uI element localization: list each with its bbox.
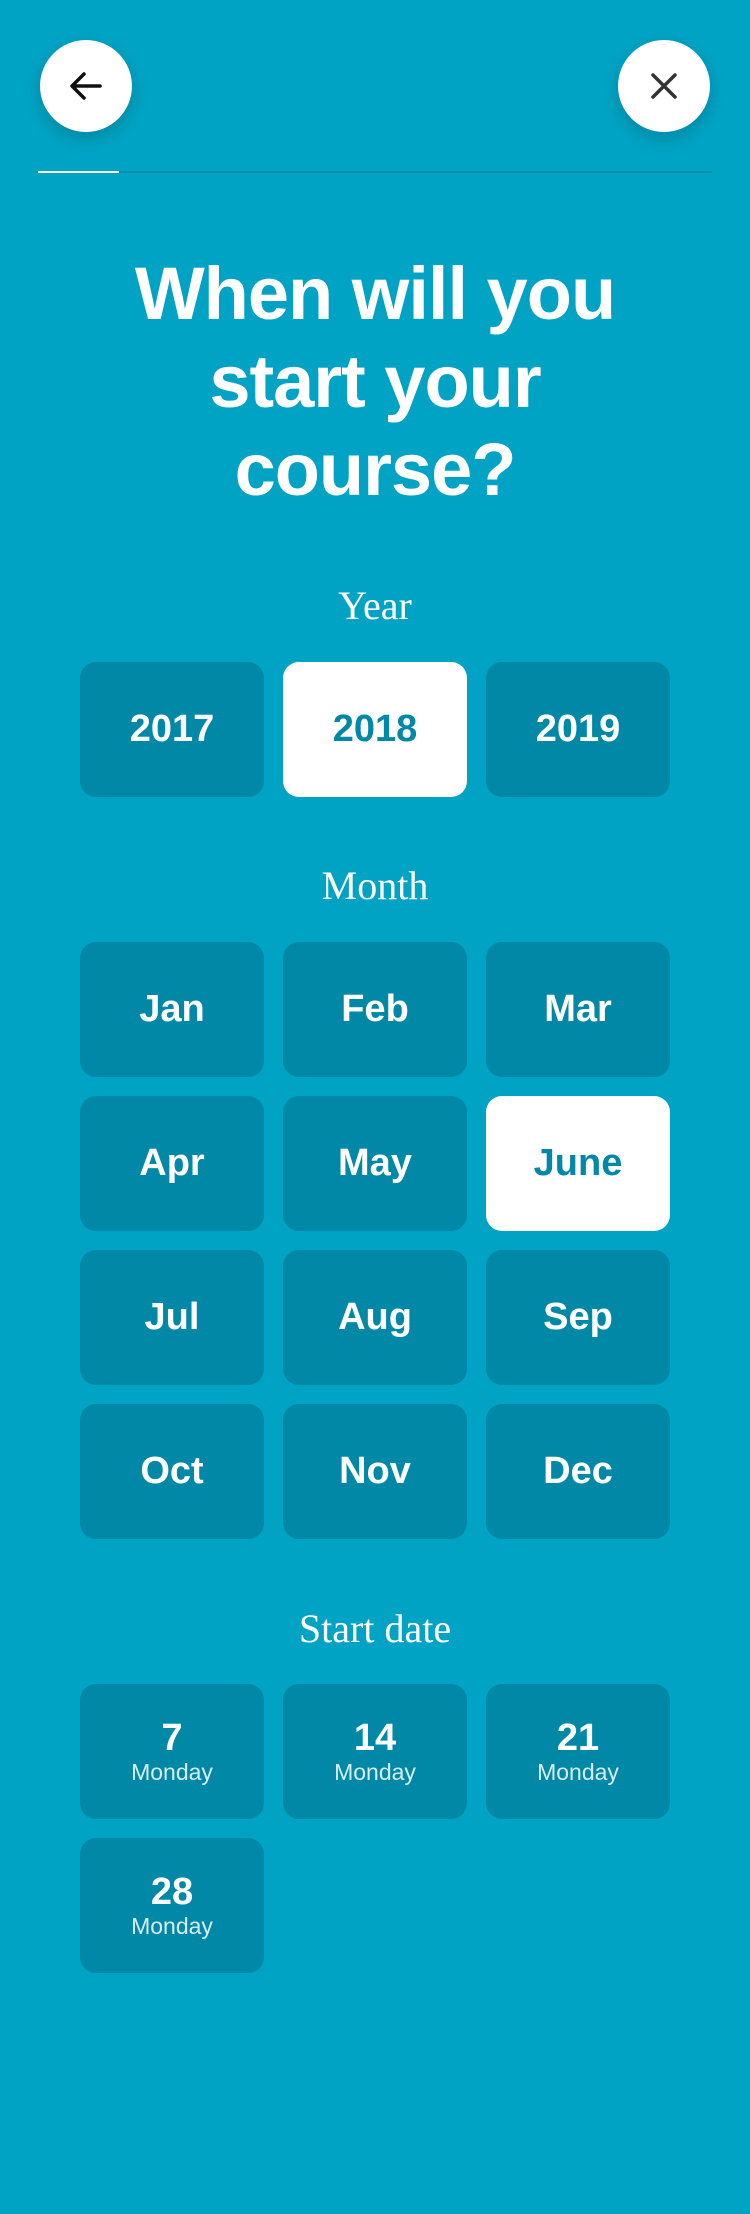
start-date-day: 14: [353, 1716, 397, 1759]
page-title-line: course?: [234, 428, 517, 511]
start-date-weekday: Monday: [131, 1758, 213, 1785]
month-option-nov[interactable]: Nov: [283, 1404, 467, 1539]
month-option-aug[interactable]: Aug: [283, 1250, 467, 1385]
start-date-day: 7: [161, 1716, 183, 1759]
month-option-oct[interactable]: Oct: [80, 1404, 264, 1539]
month-option-jan[interactable]: Jan: [80, 942, 264, 1077]
page-title: When will you start your course?: [100, 250, 650, 514]
page-title-line: start your: [209, 340, 541, 423]
month-option-sep[interactable]: Sep: [486, 1250, 670, 1385]
page-title-line: When will you: [134, 252, 616, 335]
close-icon: [651, 73, 677, 99]
month-options: Jan Feb Mar Apr May June Jul Aug Sep Oct Nov Dec: [80, 942, 670, 1539]
month-option-may[interactable]: May: [283, 1096, 467, 1231]
year-label: Year: [338, 583, 412, 628]
start-date-options: 7 Monday 14 Monday 21 Monday 28 Monday: [80, 1684, 670, 1973]
arrow-left-icon: [70, 72, 102, 100]
start-date-day: 21: [556, 1716, 600, 1759]
progress-bar: [38, 171, 712, 173]
year-option-2018[interactable]: 2018: [283, 662, 467, 797]
month-option-jul[interactable]: Jul: [80, 1250, 264, 1385]
start-date-option[interactable]: 7 Monday: [80, 1684, 264, 1819]
progress-bar-fill: [38, 171, 119, 173]
month-option-feb[interactable]: Feb: [283, 942, 467, 1077]
start-date-weekday: Monday: [131, 1912, 213, 1939]
year-options: 2017 2018 2019: [80, 662, 670, 797]
start-date-label: Start date: [298, 1606, 452, 1651]
start-date-option[interactable]: 21 Monday: [486, 1684, 670, 1819]
start-date-weekday: Monday: [334, 1758, 416, 1785]
month-option-dec[interactable]: Dec: [486, 1404, 670, 1539]
month-option-apr[interactable]: Apr: [80, 1096, 264, 1231]
start-date-weekday: Monday: [537, 1758, 619, 1785]
start-date-day: 28: [150, 1870, 194, 1913]
year-option-2017[interactable]: 2017: [80, 662, 264, 797]
month-option-mar[interactable]: Mar: [486, 942, 670, 1077]
back-button[interactable]: [40, 40, 132, 132]
top-bar: [0, 0, 750, 180]
start-date-option[interactable]: 28 Monday: [80, 1838, 264, 1973]
close-button[interactable]: [618, 40, 710, 132]
month-option-june[interactable]: June: [486, 1096, 670, 1231]
year-option-2019[interactable]: 2019: [486, 662, 670, 797]
start-date-option[interactable]: 14 Monday: [283, 1684, 467, 1819]
month-label: Month: [321, 863, 429, 908]
